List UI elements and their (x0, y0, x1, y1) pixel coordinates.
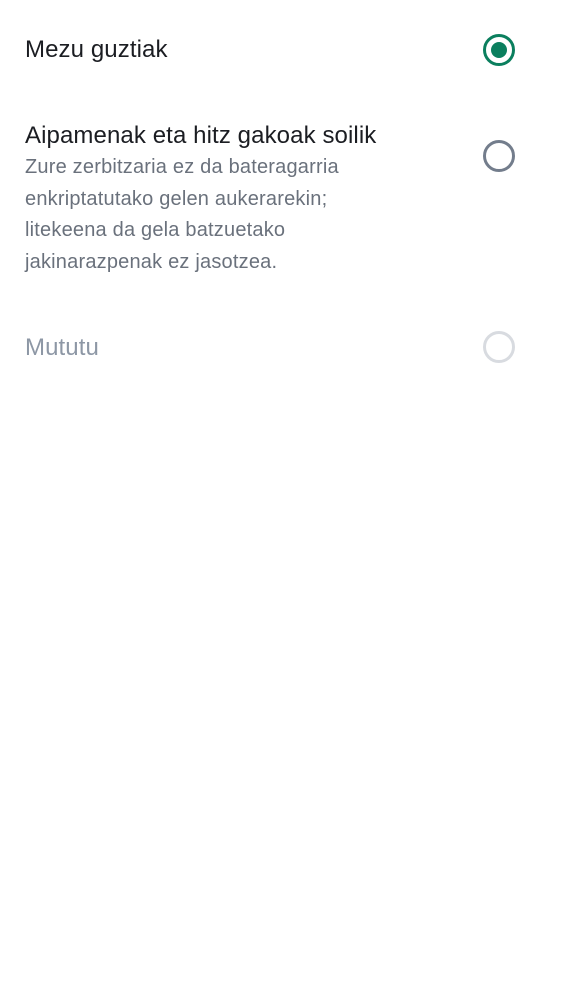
option-mentions-keywords-description: Zure zerbitzaria ez da bateragarria enkr… (25, 156, 339, 273)
option-all-messages[interactable]: Mezu guztiak (0, 0, 562, 100)
option-mute: Mututu (0, 300, 562, 394)
option-mentions-keywords-radio[interactable] (483, 140, 515, 172)
option-mentions-keywords-label: Aipamenak eta hitz gakoak soilik (25, 122, 377, 149)
option-mentions-keywords[interactable]: Aipamenak eta hitz gakoak soilik Zure ze… (0, 100, 562, 290)
option-mute-label: Mututu (25, 334, 99, 361)
option-all-messages-label: Mezu guztiak (25, 36, 168, 63)
option-mute-radio (483, 331, 515, 363)
option-all-messages-radio[interactable] (483, 34, 515, 66)
radio-selected-dot-icon (491, 42, 507, 58)
